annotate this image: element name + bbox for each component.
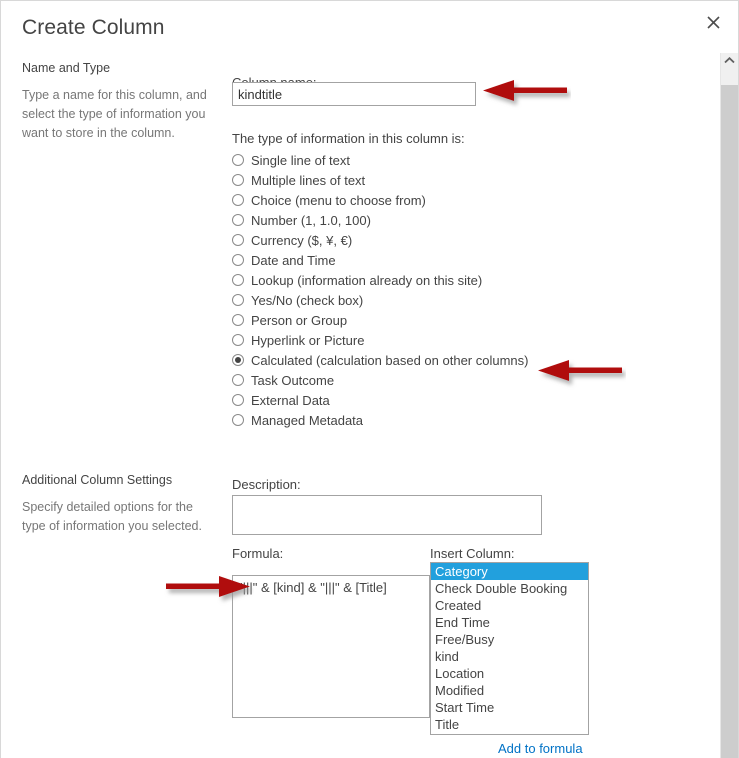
radio-option-number[interactable]: Number (1, 1.0, 100) [232, 210, 552, 230]
radio-label: Multiple lines of text [251, 172, 366, 188]
radio-icon [232, 354, 244, 366]
dialog-title-bar: Create Column [1, 1, 738, 49]
formula-label: Formula: [232, 546, 284, 561]
page-title: Create Column [22, 16, 165, 39]
radio-icon [232, 374, 244, 386]
radio-icon [232, 394, 244, 406]
radio-icon [232, 254, 244, 266]
radio-option-task-outcome[interactable]: Task Outcome [232, 370, 552, 390]
radio-option-multiple-lines-of-text[interactable]: Multiple lines of text [232, 170, 552, 190]
radio-option-lookup[interactable]: Lookup (information already on this site… [232, 270, 552, 290]
radio-label: Calculated (calculation based on other c… [251, 352, 529, 368]
type-of-information-label: The type of information in this column i… [232, 131, 465, 146]
radio-icon [232, 334, 244, 346]
radio-icon [232, 294, 244, 306]
chevron-up-icon[interactable] [721, 53, 738, 70]
vertical-scrollbar[interactable] [720, 53, 738, 758]
radio-label: Yes/No (check box) [251, 292, 364, 308]
radio-icon [232, 154, 244, 166]
add-to-formula-link[interactable]: Add to formula [498, 741, 583, 756]
radio-icon [232, 314, 244, 326]
list-item[interactable]: kind [431, 648, 588, 665]
section-description-additional-column-settings: Specify detailed options for the type of… [22, 500, 202, 533]
radio-icon [232, 174, 244, 186]
scrollbar-thumb[interactable] [721, 85, 738, 758]
list-item[interactable]: Created [431, 597, 588, 614]
radio-icon [232, 214, 244, 226]
radio-label: Number (1, 1.0, 100) [251, 212, 371, 228]
type-of-information-radio-group: Single line of text Multiple lines of te… [232, 150, 552, 430]
radio-label: Task Outcome [251, 372, 335, 388]
radio-label: Person or Group [251, 312, 348, 328]
radio-label: Hyperlink or Picture [251, 332, 365, 348]
formula-input[interactable] [232, 575, 430, 718]
list-item[interactable]: End Time [431, 614, 588, 631]
radio-icon [232, 234, 244, 246]
section-heading-name-and-type: Name and Type [22, 61, 111, 75]
radio-option-external-data[interactable]: External Data [232, 390, 552, 410]
description-label: Description: [232, 477, 301, 492]
list-item[interactable]: Check Double Booking [431, 580, 588, 597]
radio-option-single-line-of-text[interactable]: Single line of text [232, 150, 552, 170]
arrow-to-column-name [483, 80, 567, 101]
radio-label: Single line of text [251, 152, 351, 168]
radio-option-managed-metadata[interactable]: Managed Metadata [232, 410, 552, 430]
create-column-dialog: Create Column Name and Type Type a name … [0, 0, 739, 758]
column-name-input[interactable] [232, 82, 476, 106]
radio-option-currency[interactable]: Currency ($, ¥, €) [232, 230, 552, 250]
radio-option-choice[interactable]: Choice (menu to choose from) [232, 190, 552, 210]
radio-label: Choice (menu to choose from) [251, 192, 426, 208]
radio-option-calculated[interactable]: Calculated (calculation based on other c… [232, 350, 552, 370]
radio-option-person-or-group[interactable]: Person or Group [232, 310, 552, 330]
radio-label: External Data [251, 392, 330, 408]
close-icon[interactable] [700, 11, 726, 37]
list-item[interactable]: Start Time [431, 699, 588, 716]
list-item[interactable]: Location [431, 665, 588, 682]
list-item[interactable]: Modified [431, 682, 588, 699]
radio-icon [232, 194, 244, 206]
insert-column-label: Insert Column: [430, 546, 515, 561]
radio-option-hyperlink-or-picture[interactable]: Hyperlink or Picture [232, 330, 552, 350]
radio-label: Currency ($, ¥, €) [251, 232, 353, 248]
radio-icon [232, 274, 244, 286]
radio-option-date-and-time[interactable]: Date and Time [232, 250, 552, 270]
radio-label: Date and Time [251, 252, 336, 268]
list-item[interactable]: Title [431, 716, 588, 733]
radio-icon [232, 414, 244, 426]
section-description-name-and-type: Type a name for this column, and select … [22, 88, 207, 140]
radio-label: Lookup (information already on this site… [251, 272, 483, 288]
insert-column-listbox[interactable]: Category Check Double Booking Created En… [430, 562, 589, 735]
description-input[interactable] [232, 495, 542, 535]
radio-option-yes-no[interactable]: Yes/No (check box) [232, 290, 552, 310]
list-item[interactable]: Free/Busy [431, 631, 588, 648]
list-item[interactable]: Category [431, 563, 588, 580]
radio-label: Managed Metadata [251, 412, 364, 428]
section-heading-additional-column-settings: Additional Column Settings [22, 473, 173, 487]
